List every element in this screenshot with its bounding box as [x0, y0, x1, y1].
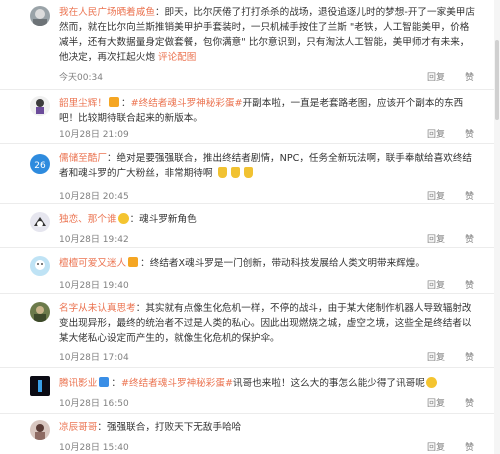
- comment-time: 10月28日 20:45: [59, 192, 129, 202]
- comment-text: ：终结者X魂斗罗是一门创新，带动科技发展给人类文明带来辉煌。: [140, 258, 425, 269]
- topic-link[interactable]: #终结者魂斗罗神秘彩蛋#: [131, 98, 243, 109]
- comment-item: 腾讯影业 ：#终结者魂斗罗神秘彩蛋#讯哥也来啦！这么大的事怎么能少得了讯哥呢 10…: [0, 368, 500, 414]
- comment-time: 10月28日 16:50: [59, 399, 129, 409]
- reply-button[interactable]: 回复: [427, 440, 445, 453]
- comment-username[interactable]: 儒储至酷厂: [59, 153, 107, 164]
- avatar[interactable]: [30, 212, 50, 232]
- comment-time: 今天00:34: [59, 73, 103, 83]
- comment-actions: 回复 赞: [427, 396, 474, 409]
- comment-actions: 回复 赞: [427, 70, 474, 83]
- reply-button[interactable]: 回复: [427, 70, 445, 83]
- comment-body: 韶里尘辉！ ：#终结者魂斗罗神秘彩蛋#开副本啦，一直是老套路老图，应该开个副本的东…: [59, 97, 464, 124]
- comment-body: 儒储至酷厂：绝对是要强强联合，推出终结者剧情，NPC，任务全新玩法啊，联手奉献给…: [59, 151, 478, 181]
- comment-time: 10月28日 19:42: [59, 235, 129, 245]
- comment-actions: 回复 赞: [427, 440, 474, 453]
- verified-badge-icon: [99, 377, 110, 387]
- comment-item: 名字从未认真思考：其实就有点像生化危机一样，不停的战斗，由于某大佬制作机器人导致…: [0, 294, 500, 368]
- comment-actions: 回复 赞: [427, 278, 474, 291]
- comment-actions: 回复 赞: [427, 350, 474, 363]
- comment-item: 韶里尘辉！ ：#终结者魂斗罗神秘彩蛋#开副本啦，一直是老套路老图，应该开个副本的东…: [0, 90, 500, 144]
- comment-image-link[interactable]: 评论配图: [158, 52, 196, 63]
- reply-button[interactable]: 回复: [427, 189, 445, 202]
- comment-item: 独恋、那个谁 ：魂斗罗新角色 10月28日 19:42 回复 赞: [0, 204, 500, 248]
- svg-text:26: 26: [34, 161, 46, 171]
- like-button[interactable]: 赞: [465, 127, 474, 140]
- comment-actions: 回复 赞: [427, 127, 474, 140]
- comment-item: 我在人民广场晒着咸鱼：即天，比尔厌倦了打打杀杀的战场，退役追逐儿时的梦想-开了一…: [0, 0, 500, 90]
- comment-body: 名字从未认真思考：其实就有点像生化危机一样，不停的战斗，由于某大佬制作机器人导致…: [59, 301, 478, 346]
- like-button[interactable]: 赞: [465, 278, 474, 291]
- comment-text: ：强强联合，打败天下无敌手哈哈: [97, 422, 242, 433]
- topic-link[interactable]: #终结者魂斗罗神秘彩蛋#: [121, 378, 233, 389]
- reply-button[interactable]: 回复: [427, 232, 445, 245]
- like-button[interactable]: 赞: [465, 350, 474, 363]
- avatar[interactable]: [30, 302, 50, 322]
- avatar[interactable]: [30, 6, 50, 26]
- comment-username[interactable]: 韶里尘辉！: [59, 98, 107, 109]
- comment-body: 腾讯影业 ：#终结者魂斗罗神秘彩蛋#讯哥也来啦！这么大的事怎么能少得了讯哥呢: [59, 376, 478, 391]
- comment-time: 10月28日 15:40: [59, 443, 129, 453]
- like-button[interactable]: 赞: [465, 70, 474, 83]
- comment-item: 凉辰哥哥：强强联合，打败天下无敌手哈哈 10月28日 15:40 回复 赞: [0, 414, 500, 454]
- reply-button[interactable]: 回复: [427, 396, 445, 409]
- comment-username[interactable]: 名字从未认真思考: [59, 303, 136, 314]
- comment-time: 10月28日 21:09: [59, 130, 129, 140]
- comment-text: ：魂斗罗新角色: [129, 214, 197, 225]
- like-button[interactable]: 赞: [465, 189, 474, 202]
- comment-body: 独恋、那个谁 ：魂斗罗新角色: [59, 212, 478, 227]
- comment-item: 26 儒储至酷厂：绝对是要强强联合，推出终结者剧情，NPC，任务全新玩法啊，联手…: [0, 144, 500, 204]
- avatar[interactable]: [30, 376, 50, 396]
- comment-body: 檀檀可爱又迷人 ：终结者X魂斗罗是一门创新，带动科技发展给人类文明带来辉煌。: [59, 256, 478, 271]
- comment-username[interactable]: 檀檀可爱又迷人: [59, 258, 126, 269]
- trophy-icon: [230, 167, 240, 178]
- reply-button[interactable]: 回复: [427, 350, 445, 363]
- reply-button[interactable]: 回复: [427, 278, 445, 291]
- scrollbar-track[interactable]: [494, 0, 500, 454]
- scrollbar-thumb[interactable]: [495, 40, 499, 120]
- avatar[interactable]: [30, 420, 50, 440]
- trophy-icon: [217, 167, 227, 178]
- comment-text: ：绝对是要强强联合，推出终结者剧情，NPC，任务全新玩法啊，联手奉献给喜欢终结者…: [59, 153, 473, 179]
- comment-username[interactable]: 我在人民广场晒着咸鱼: [59, 7, 155, 18]
- comment-username[interactable]: 独恋、那个谁: [59, 214, 117, 225]
- avatar[interactable]: 26: [30, 154, 50, 174]
- comment-username[interactable]: 腾讯影业: [59, 378, 97, 389]
- comment-actions: 回复 赞: [427, 189, 474, 202]
- comment-actions: 回复 赞: [427, 232, 474, 245]
- avatar[interactable]: [30, 96, 50, 116]
- comment-username[interactable]: 凉辰哥哥: [59, 422, 97, 433]
- comment-body: 我在人民广场晒着咸鱼：即天，比尔厌倦了打打杀杀的战场，退役追逐儿时的梦想-开了一…: [59, 5, 478, 65]
- smile-emoji-icon: [117, 213, 129, 224]
- reply-button[interactable]: 回复: [427, 127, 445, 140]
- comment-time: 10月28日 19:40: [59, 281, 129, 291]
- comment-item: 檀檀可爱又迷人 ：终结者X魂斗罗是一门创新，带动科技发展给人类文明带来辉煌。 10…: [0, 248, 500, 294]
- like-button[interactable]: 赞: [465, 232, 474, 245]
- trophy-icon: [243, 167, 253, 178]
- sunglasses-emoji-icon: [425, 377, 437, 388]
- comment-text: 开副本啦，一直是老套路老图，应该开个副本的东西吧！比较期待联合起来的新版本。: [59, 98, 464, 124]
- like-button[interactable]: 赞: [465, 396, 474, 409]
- comment-body: 凉辰哥哥：强强联合，打败天下无敌手哈哈: [59, 420, 478, 435]
- comment-time: 10月28日 17:04: [59, 353, 129, 363]
- vip-badge-icon: [108, 97, 119, 107]
- comment-text: 讯哥也来啦！这么大的事怎么能少得了讯哥呢: [232, 378, 425, 389]
- vip-badge-icon: [128, 257, 139, 267]
- like-button[interactable]: 赞: [465, 440, 474, 453]
- avatar[interactable]: [30, 256, 50, 276]
